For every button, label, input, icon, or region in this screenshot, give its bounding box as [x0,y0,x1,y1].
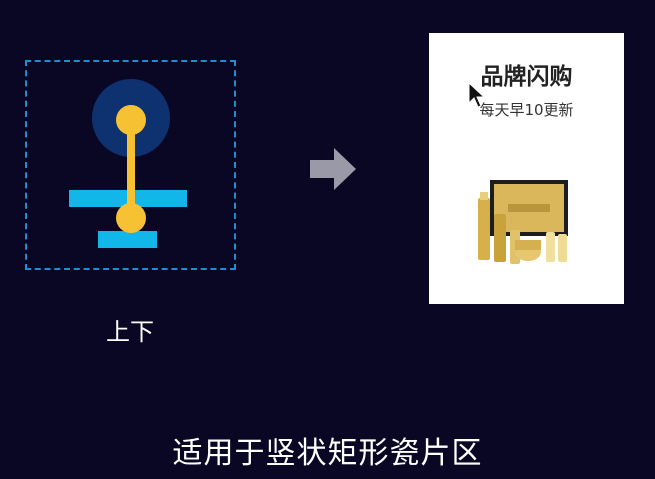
product-jar-lid [515,240,541,250]
alignment-diagram-icon [69,79,187,248]
product-tube-1 [546,232,555,262]
stage: 上下 品牌闪购 每天早10更新 适用于竖状矩形瓷片区 [0,0,655,479]
diagram-bottom-bar [98,231,157,248]
product-bottle-tall [478,198,490,260]
product-bottle-mid [494,214,506,262]
card-subtitle: 每天早10更新 [479,101,574,119]
product-box-label [508,204,550,212]
mouse-cursor-icon [468,82,486,108]
product-bottle-cap [480,192,488,200]
right-arrow-icon [310,148,356,190]
diagram-pin-bottom [116,203,146,233]
footer-caption: 适用于竖状矩形瓷片区 [172,436,483,471]
card-title: 品牌闪购 [480,64,573,90]
diagram-pin-top [116,105,146,135]
product-tube-2 [558,234,567,262]
product-image [478,180,568,264]
diagram-caption: 上下 [106,318,154,346]
